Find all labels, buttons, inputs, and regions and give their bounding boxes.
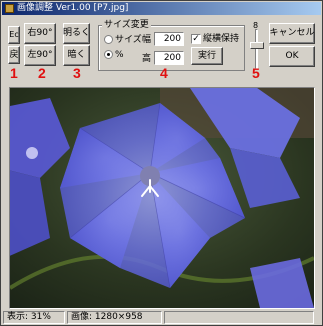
image-adjust-window: 画像調整 Ver1.00 [P7.jpg] Ec 戻 右90° 左90° 明るく…	[0, 0, 323, 326]
undo-small-label: Ec	[9, 30, 19, 39]
width-input[interactable]	[154, 32, 184, 46]
image-size-status: 画像: 1280×958	[67, 311, 162, 324]
rotate-right-button[interactable]: 右90°	[24, 23, 56, 44]
app-icon	[5, 4, 14, 13]
rotate-left-button[interactable]: 左90°	[24, 45, 56, 66]
back-button[interactable]: 戻	[8, 46, 20, 64]
image-preview[interactable]	[9, 87, 315, 309]
height-input[interactable]	[154, 51, 184, 65]
back-label: 戻	[9, 49, 19, 60]
annotation-5: 5	[252, 65, 260, 81]
height-label: 高	[142, 54, 152, 64]
percent-option-label: %	[115, 50, 124, 60]
percent-radio[interactable]	[104, 50, 113, 59]
zoom-status-text: 表示: 31%	[7, 312, 51, 322]
ok-button[interactable]: OK	[269, 46, 315, 67]
keep-ratio-label: 縦横保持	[203, 34, 240, 44]
run-button[interactable]: 実行	[191, 47, 223, 65]
status-empty	[164, 311, 314, 324]
adjust-slider-track[interactable]	[255, 29, 258, 69]
keep-ratio-checkbox[interactable]: ✓	[191, 34, 201, 44]
brighter-label: 明るく	[63, 28, 91, 38]
annotation-2: 2	[38, 65, 46, 81]
annotation-3: 3	[73, 65, 81, 81]
run-label: 実行	[197, 50, 216, 61]
rotate-left-label: 左90°	[27, 50, 53, 60]
size-change-label: サイズ変更	[102, 20, 151, 30]
cancel-label: キャンセル	[269, 28, 315, 38]
checkmark-icon: ✓	[192, 34, 200, 44]
image-size-text: 画像: 1280×958	[71, 312, 143, 322]
adjust-slider-thumb[interactable]	[250, 42, 264, 49]
flower-photo	[10, 88, 314, 308]
size-option-label: サイズ	[115, 35, 142, 45]
title-bar[interactable]: 画像調整 Ver1.00 [P7.jpg]	[2, 2, 321, 15]
window-title: 画像調整 Ver1.00 [P7.jpg]	[17, 3, 129, 13]
status-bar: 表示: 31% 画像: 1280×958	[2, 311, 321, 324]
size-radio[interactable]	[104, 35, 113, 44]
annotation-1: 1	[10, 65, 18, 81]
width-label: 幅	[142, 35, 152, 45]
annotation-4: 4	[160, 65, 168, 81]
cancel-button[interactable]: キャンセル	[269, 23, 315, 44]
undo-small-button[interactable]: Ec	[8, 26, 20, 44]
brighter-button[interactable]: 明るく	[63, 23, 90, 44]
darker-label: 暗く	[67, 50, 86, 60]
zoom-status: 表示: 31%	[3, 311, 65, 324]
ok-label: OK	[285, 51, 299, 61]
darker-button[interactable]: 暗く	[63, 45, 90, 66]
rotate-right-label: 右90°	[27, 28, 53, 38]
